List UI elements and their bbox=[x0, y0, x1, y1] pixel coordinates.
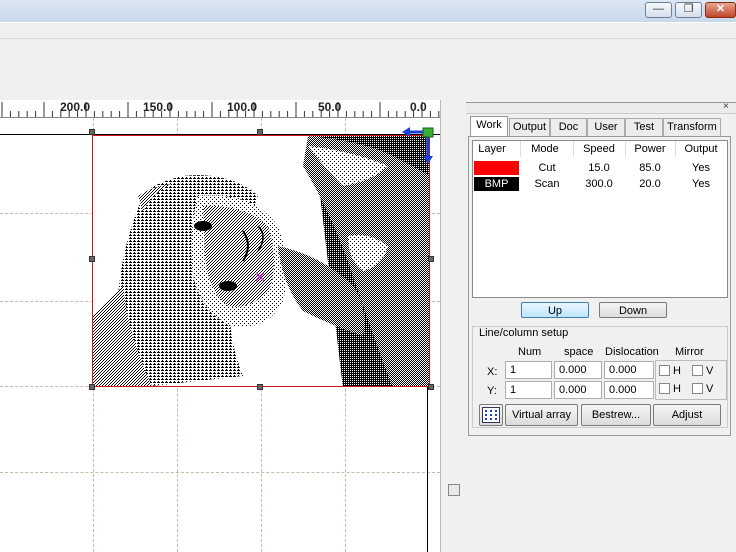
tab-output[interactable]: Output bbox=[509, 118, 550, 136]
center-marker: × bbox=[253, 267, 266, 286]
layer-speed: 15.0 bbox=[588, 162, 610, 174]
bestrew-button[interactable]: Bestrew... bbox=[581, 404, 651, 426]
column-header-speed[interactable]: Speed bbox=[576, 143, 622, 155]
column-header-layer[interactable]: Layer bbox=[474, 143, 510, 155]
drawing-canvas[interactable]: × bbox=[0, 118, 440, 552]
array-grid-button[interactable] bbox=[479, 404, 503, 426]
tab-work[interactable]: Work bbox=[470, 116, 508, 137]
column-header-power[interactable]: Power bbox=[627, 143, 673, 155]
up-button[interactable]: Up bbox=[521, 302, 589, 318]
virtual-array-button[interactable]: Virtual array bbox=[505, 404, 578, 426]
mirror-h-checkbox[interactable] bbox=[659, 383, 670, 394]
column-header-mode[interactable]: Mode bbox=[522, 143, 568, 155]
column-header-mirror: Mirror bbox=[675, 346, 704, 358]
minimize-button[interactable]: — bbox=[645, 2, 672, 18]
layer-label: BMP bbox=[484, 178, 509, 190]
origin-axes-icon bbox=[402, 127, 434, 164]
bitmap-image[interactable]: × bbox=[92, 135, 430, 387]
mirror-v-label: V bbox=[706, 383, 714, 395]
toolbar-area bbox=[0, 22, 736, 101]
resize-handle[interactable] bbox=[89, 384, 95, 390]
mirror-v-checkbox[interactable] bbox=[692, 365, 703, 376]
maximize-button[interactable]: ❐ bbox=[675, 2, 702, 18]
mirror-v-checkbox[interactable] bbox=[692, 383, 703, 394]
horizontal-ruler: 200.0 150.0 100.0 50.0 0.0 bbox=[0, 100, 440, 118]
ruler-label: 100.0 bbox=[227, 100, 258, 114]
resize-handle[interactable] bbox=[257, 129, 263, 135]
ruler-label: 150.0 bbox=[143, 100, 174, 114]
tab-transform[interactable]: Transform bbox=[663, 118, 721, 136]
layer-power: 20.0 bbox=[639, 178, 661, 190]
down-button[interactable]: Down bbox=[599, 302, 667, 318]
column-divider bbox=[625, 141, 626, 157]
resize-handle[interactable] bbox=[89, 129, 95, 135]
column-divider bbox=[573, 141, 574, 157]
ruler-label: 200.0 bbox=[60, 100, 91, 114]
column-header-num: Num bbox=[518, 346, 542, 358]
panel-close-icon[interactable]: × bbox=[723, 102, 729, 112]
layer-color-swatch[interactable] bbox=[474, 161, 519, 175]
resize-handle[interactable] bbox=[428, 384, 434, 390]
y-dislocation-input[interactable]: 0.000 bbox=[604, 381, 654, 399]
mirror-h-label: H bbox=[673, 383, 681, 395]
layer-mode: Scan bbox=[534, 178, 560, 190]
dithered-portrait: × bbox=[93, 136, 429, 386]
mirror-h-label: H bbox=[673, 365, 681, 377]
x-dislocation-input[interactable]: 0.000 bbox=[604, 361, 654, 379]
y-num-input[interactable]: 1 bbox=[505, 381, 552, 399]
grid-line bbox=[0, 472, 440, 473]
column-header-dislocation: Dislocation bbox=[605, 346, 659, 358]
toolbar-divider bbox=[0, 38, 736, 39]
tab-user[interactable]: User bbox=[587, 118, 625, 136]
column-header-space: space bbox=[564, 346, 594, 358]
layer-output: Yes bbox=[692, 162, 710, 174]
x-space-input[interactable]: 0.000 bbox=[554, 361, 602, 379]
layer-output: Yes bbox=[692, 178, 710, 190]
window-title-bar bbox=[0, 0, 736, 22]
tab-test[interactable]: Test bbox=[625, 118, 663, 136]
column-header-output[interactable]: Output bbox=[678, 143, 724, 155]
column-divider bbox=[675, 141, 676, 157]
mirror-h-checkbox[interactable] bbox=[659, 365, 670, 376]
ruler-label: 50.0 bbox=[318, 100, 342, 114]
panel-header bbox=[466, 102, 736, 114]
group-title: Line/column setup bbox=[479, 327, 569, 339]
x-label: X: bbox=[487, 366, 498, 378]
grid-icon bbox=[482, 407, 500, 423]
close-window-button[interactable]: ✕ bbox=[705, 2, 736, 18]
x-num-input[interactable]: 1 bbox=[505, 361, 552, 379]
adjust-button[interactable]: Adjust bbox=[653, 404, 721, 426]
resize-handle[interactable] bbox=[428, 256, 434, 262]
layer-speed: 300.0 bbox=[585, 178, 613, 190]
y-space-input[interactable]: 0.000 bbox=[554, 381, 602, 399]
mirror-v-label: V bbox=[706, 365, 714, 377]
ruler-label: 0.0 bbox=[410, 100, 427, 114]
y-label: Y: bbox=[487, 385, 497, 397]
scroll-thumb[interactable] bbox=[448, 484, 460, 496]
tab-doc[interactable]: Doc bbox=[550, 118, 587, 136]
column-divider bbox=[520, 141, 521, 157]
layer-mode: Cut bbox=[538, 162, 556, 174]
layer-power: 85.0 bbox=[639, 162, 661, 174]
resize-handle[interactable] bbox=[89, 256, 95, 262]
resize-handle[interactable] bbox=[257, 384, 263, 390]
